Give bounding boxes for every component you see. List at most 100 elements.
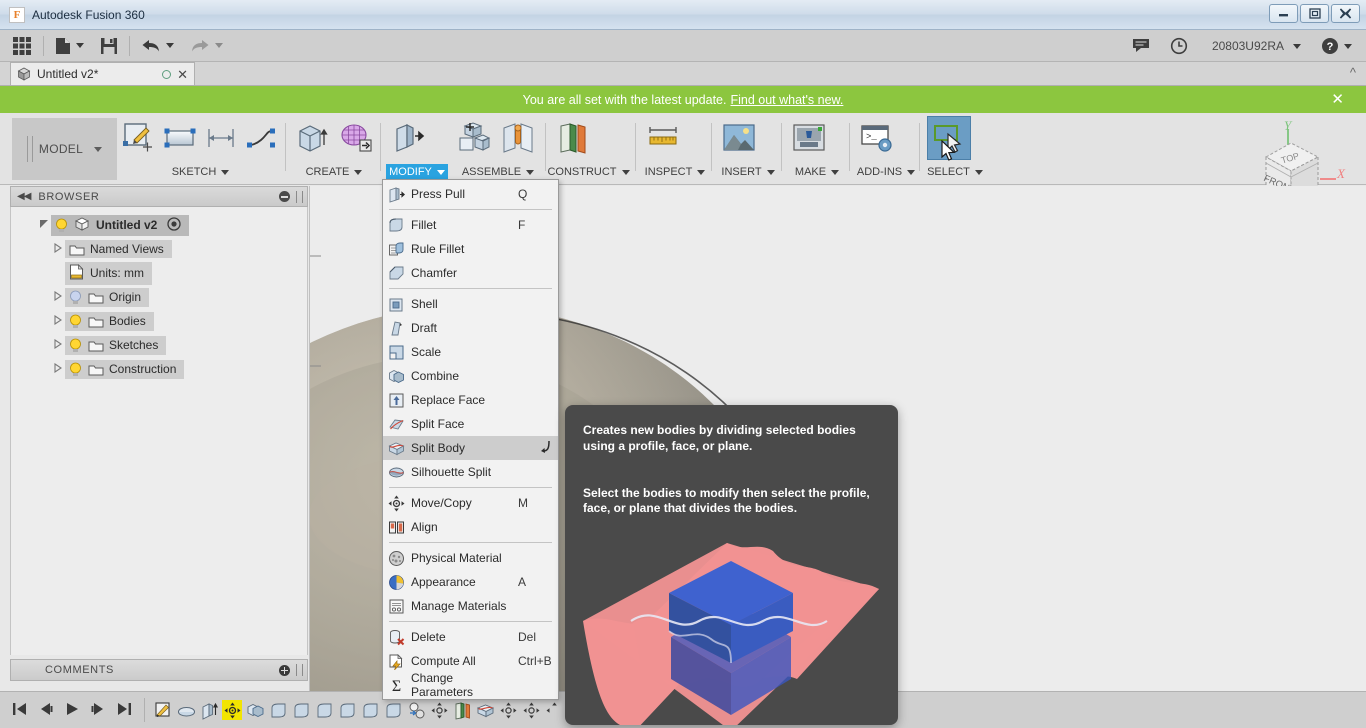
chevron-down-icon[interactable] [766, 169, 775, 175]
timeline-feature-move-copy-4[interactable] [521, 700, 541, 720]
step-back-icon[interactable] [38, 701, 54, 720]
timeline-feature-combine[interactable] [245, 700, 265, 720]
timeline-feature-revolve[interactable] [176, 700, 196, 720]
menu-item-shell[interactable]: Shell [383, 292, 558, 316]
ribbon-group-label-assemble[interactable]: ASSEMBLE [452, 164, 544, 180]
comments-panel-header[interactable]: COMMENTS [10, 659, 308, 681]
menu-item-combine[interactable]: Combine [383, 364, 558, 388]
timeline-feature-fillet-6[interactable] [383, 700, 403, 720]
spline-icon[interactable] [242, 116, 283, 160]
create-sketch-icon[interactable] [118, 116, 159, 160]
menu-item-silhouette-split[interactable]: Silhouette Split [383, 460, 558, 484]
help-menu[interactable]: ? [1313, 30, 1360, 62]
menu-item-align[interactable]: Align [383, 515, 558, 539]
chevron-up-icon[interactable]: ^ [1350, 65, 1356, 80]
chevron-down-icon[interactable] [354, 169, 363, 175]
ribbon-group-label-addins[interactable]: ADD-INS [855, 164, 917, 180]
menu-item-physical-material[interactable]: Physical Material [383, 546, 558, 570]
go-to-beginning-icon[interactable] [12, 701, 28, 720]
ribbon-group-label-select[interactable]: SELECT [919, 164, 983, 180]
visibility-bulb-icon[interactable] [69, 362, 82, 377]
menu-item-appearance[interactable]: Appearance A [383, 570, 558, 594]
tree-item-pill[interactable]: Named Views [65, 240, 172, 258]
chevron-down-icon[interactable] [697, 169, 706, 175]
minus-circle-icon[interactable] [279, 191, 290, 202]
tree-item-named-views[interactable]: Named Views [11, 237, 307, 261]
chevron-down-icon[interactable] [215, 43, 223, 48]
notification-close-icon[interactable]: ✕ [1331, 92, 1344, 107]
chevron-down-icon[interactable] [621, 169, 630, 175]
clock-icon[interactable] [1162, 30, 1196, 62]
chevron-down-icon[interactable] [94, 146, 103, 152]
chevron-down-icon[interactable] [526, 169, 535, 175]
timeline-feature-fillet-1[interactable] [268, 700, 288, 720]
timeline-feature-copy-paste[interactable] [406, 700, 426, 720]
timeline-feature-sketch[interactable] [153, 700, 173, 720]
visibility-bulb-icon[interactable] [69, 290, 82, 305]
ribbon-group-label-make[interactable]: MAKE [787, 164, 847, 180]
tree-item-pill[interactable]: Units: mm [65, 261, 152, 285]
tree-item-sketches[interactable]: Sketches [11, 333, 307, 357]
account-menu[interactable]: 20803U92RA [1200, 30, 1309, 62]
menu-item-split-body[interactable]: Split Body [383, 436, 558, 460]
redo-icon[interactable] [182, 30, 231, 62]
timeline-feature-fillet-2[interactable] [291, 700, 311, 720]
chevron-down-icon[interactable] [436, 169, 445, 175]
menu-item-scale[interactable]: Scale [383, 340, 558, 364]
dimension-icon[interactable] [201, 116, 242, 160]
tree-item-pill[interactable]: Bodies [65, 311, 154, 331]
expand-arrow-icon[interactable] [37, 219, 51, 232]
menu-item-press-pull[interactable]: Press Pull Q [383, 182, 558, 206]
timeline-feature-fillet-5[interactable] [360, 700, 380, 720]
tree-item-construction[interactable]: Construction [11, 357, 307, 381]
extrude-icon[interactable] [290, 116, 334, 160]
save-icon[interactable] [92, 30, 126, 62]
measure-ruler-icon[interactable] [641, 116, 685, 160]
panel-resize-grip[interactable] [296, 664, 303, 676]
form-icon[interactable] [334, 116, 378, 160]
play-icon[interactable] [64, 701, 80, 720]
minimize-button[interactable] [1269, 4, 1298, 23]
plus-circle-icon[interactable] [279, 664, 290, 676]
visibility-bulb-icon[interactable] [55, 218, 68, 233]
ribbon-group-label-modify[interactable]: MODIFY [386, 164, 448, 180]
timeline-feature-fillet-4[interactable] [337, 700, 357, 720]
chevron-down-icon[interactable] [166, 43, 174, 48]
tree-item-origin[interactable]: Origin [11, 285, 307, 309]
menu-item-split-face[interactable]: Split Face [383, 412, 558, 436]
chevron-down-icon[interactable] [907, 169, 916, 175]
close-button[interactable] [1331, 4, 1360, 23]
undo-icon[interactable] [133, 30, 182, 62]
construct-plane-icon[interactable] [551, 116, 595, 160]
speech-bubble-icon[interactable] [1124, 30, 1158, 62]
chevron-down-icon[interactable] [831, 169, 840, 175]
panel-resize-grip[interactable] [296, 190, 303, 203]
menu-item-move-copy[interactable]: Move/Copy M [383, 491, 558, 515]
tree-item-pill[interactable]: Construction [65, 359, 185, 379]
chevron-down-icon[interactable] [221, 169, 230, 175]
tree-item-pill[interactable]: Origin [65, 287, 150, 307]
timeline-feature-move-copy-5[interactable] [544, 700, 564, 720]
joint-icon[interactable] [496, 116, 540, 160]
timeline-feature-construct-plane[interactable] [452, 700, 472, 720]
whats-new-link[interactable]: Find out what's new. [730, 93, 843, 107]
new-document-icon[interactable] [47, 30, 92, 62]
chevron-down-icon[interactable] [1293, 43, 1301, 49]
menu-item-draft[interactable]: Draft [383, 316, 558, 340]
collapse-left-icon[interactable]: ◀◀ [17, 191, 31, 202]
document-tab[interactable]: Untitled v2* ✕ [10, 62, 195, 85]
expand-arrow-icon[interactable] [51, 314, 65, 328]
step-forward-icon[interactable] [90, 701, 106, 720]
3d-print-icon[interactable] [787, 116, 831, 160]
chevron-down-icon[interactable] [76, 43, 84, 48]
tree-item-units[interactable]: Units: mm [11, 261, 307, 285]
press-pull-icon[interactable] [386, 116, 430, 160]
timeline-feature-fillet-3[interactable] [314, 700, 334, 720]
timeline-feature-move-copy-2[interactable] [429, 700, 449, 720]
tree-item-root[interactable]: Untitled v2 [11, 213, 307, 237]
ribbon-group-label-create[interactable]: CREATE [290, 164, 378, 180]
ribbon-group-label-insert[interactable]: INSERT [717, 164, 779, 180]
menu-item-compute-all[interactable]: Compute All Ctrl+B [383, 649, 558, 673]
menu-item-change-parameters[interactable]: Σ Change Parameters [383, 671, 558, 699]
tree-item-pill[interactable]: Sketches [65, 335, 167, 355]
